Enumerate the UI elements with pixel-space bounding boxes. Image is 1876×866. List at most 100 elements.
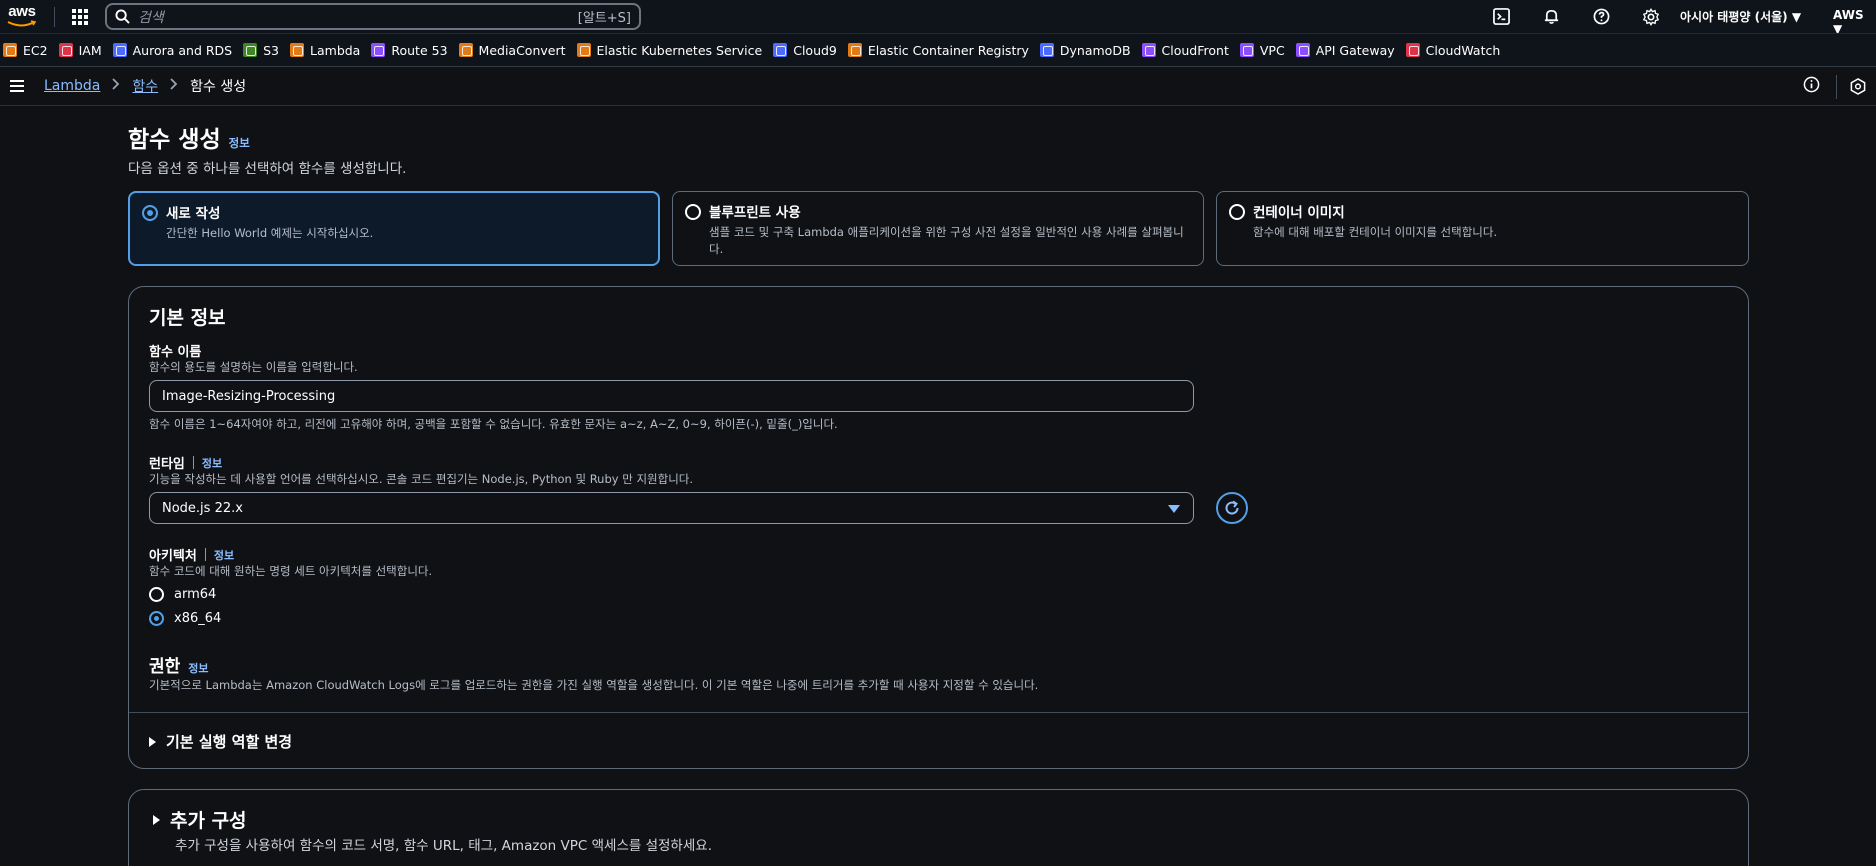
option-container-image[interactable]: 컨테이너 이미지 함수에 대해 배포할 컨테이너 이미지를 선택합니다. <box>1216 191 1749 266</box>
region-selector[interactable]: 아시아 태평양 (서울) ▼ <box>1680 8 1801 25</box>
service-icon <box>1039 43 1054 57</box>
favorite-label: Elastic Container Registry <box>867 42 1029 58</box>
additional-config-expander[interactable]: 추가 구성 <box>153 806 247 833</box>
option-use-blueprint[interactable]: 블루프린트 사용 샘플 코드 및 구축 Lambda 애플리케이션을 위한 구성… <box>672 191 1204 266</box>
function-name-value: Image-Resizing-Processing <box>162 388 336 404</box>
runtime-selected-value: Node.js 22.x <box>162 500 243 516</box>
favorite-aurora-and-rds[interactable]: Aurora and RDS <box>112 43 232 58</box>
service-icon <box>112 43 127 57</box>
breadcrumb-functions-link[interactable]: 함수 <box>132 76 158 96</box>
service-icon <box>847 43 862 57</box>
page-info-link[interactable]: 정보 <box>229 135 250 151</box>
arch-radio-x86[interactable] <box>149 611 164 626</box>
favorite-label: Cloud9 <box>793 42 837 58</box>
favorites-bar: EC2 IAM Aurora and RDS S3 Lambda Route 53 Medi… <box>0 33 1876 66</box>
search-placeholder: 검색 <box>138 9 164 26</box>
refresh-runtime-button[interactable] <box>1216 492 1248 524</box>
settings-gear-icon[interactable] <box>1626 0 1676 33</box>
favorite-api-gateway[interactable]: API Gateway <box>1295 43 1395 58</box>
caret-right-icon <box>153 814 160 825</box>
service-icon <box>1405 43 1420 57</box>
arch-option-arm64[interactable]: arm64 <box>149 587 216 602</box>
function-name-label: 함수 이름 <box>149 345 202 360</box>
aws-logo[interactable]: aws <box>4 3 40 30</box>
favorite-cloudfront[interactable]: CloudFront <box>1141 43 1229 58</box>
option-radio[interactable] <box>1229 204 1245 220</box>
runtime-description: 기능을 작성하는 데 사용할 언어를 선택하십시오. 콘솔 코드 편집기는 No… <box>149 472 694 486</box>
additional-config-title: 추가 구성 <box>170 810 247 832</box>
favorite-vpc[interactable]: VPC <box>1239 42 1285 58</box>
service-icon <box>371 43 386 57</box>
runtime-select[interactable]: Node.js 22.x <box>149 492 1194 524</box>
service-icon <box>3 43 17 57</box>
favorite-dynamodb[interactable]: DynamoDB <box>1039 43 1131 58</box>
favorite-label: MediaConvert <box>478 42 566 58</box>
function-name-constraint: 함수 이름은 1~64자여야 하고, 리전에 고유해야 하며, 공백을 포함할 … <box>149 417 838 431</box>
service-icon <box>458 43 473 57</box>
aws-smile-icon <box>7 19 37 26</box>
permissions-info-link[interactable]: 정보 <box>188 660 208 676</box>
favorite-mediaconvert[interactable]: MediaConvert <box>458 42 566 58</box>
favorite-label: EC2 <box>23 42 48 58</box>
architecture-description: 함수 코드에 대해 원하는 명령 세트 아키텍처를 선택합니다. <box>149 564 433 578</box>
favorite-elastic-container-registry[interactable]: Elastic Container Registry <box>847 42 1029 58</box>
search-shortcut: [알트+S] <box>577 11 631 26</box>
service-icon <box>243 43 258 57</box>
service-icon <box>58 43 73 57</box>
account-menu[interactable]: AWS ▼ <box>1833 8 1876 36</box>
breadcrumb-lambda-link[interactable]: Lambda <box>44 78 100 94</box>
change-execution-role-label: 기본 실행 역할 변경 <box>166 733 293 751</box>
change-execution-role-expander[interactable]: 기본 실행 역할 변경 <box>149 731 292 752</box>
arch-radio-arm64[interactable] <box>149 587 164 602</box>
option-radio[interactable] <box>142 205 158 221</box>
option-radio[interactable] <box>685 204 701 220</box>
basic-info-panel: 기본 정보 함수 이름 함수의 용도를 설명하는 이름을 입력합니다. Imag… <box>128 286 1749 769</box>
favorite-route-53[interactable]: Route 53 <box>371 43 448 58</box>
architecture-label: 아키텍처 정보 <box>149 547 235 564</box>
creation-options: 새로 작성 간단한 Hello World 예제는 시작하십시오. 블루프린트 … <box>128 191 1749 266</box>
option-author-from-scratch[interactable]: 새로 작성 간단한 Hello World 예제는 시작하십시오. <box>128 191 660 266</box>
panel-divider <box>129 712 1748 713</box>
info-panel-icon[interactable] <box>1803 76 1820 97</box>
notifications-bell-icon[interactable] <box>1526 0 1576 33</box>
search-input[interactable]: 검색 [알트+S] <box>105 3 641 30</box>
cloudshell-icon[interactable] <box>1476 0 1526 33</box>
caret-down-icon <box>1168 505 1180 513</box>
service-icon <box>1295 43 1310 57</box>
function-name-description: 함수의 용도를 설명하는 이름을 입력합니다. <box>149 360 358 374</box>
favorite-s3[interactable]: S3 <box>243 43 279 58</box>
refresh-icon <box>1225 500 1239 515</box>
chevron-right-icon <box>170 78 178 94</box>
favorite-label: Elastic Kubernetes Service <box>596 42 763 58</box>
additional-config-description: 추가 구성을 사용하여 함수의 코드 서명, 함수 URL, 태그, Amazo… <box>175 838 712 854</box>
favorite-cloud9[interactable]: Cloud9 <box>773 43 837 58</box>
top-navigation: aws 검색 [알트+S] 아시아 태평양 (서울) ▼ AWS ▼ <box>0 0 1876 36</box>
arch-option-x86[interactable]: x86_64 <box>149 611 221 626</box>
help-icon[interactable] <box>1576 0 1626 33</box>
service-icon <box>1239 43 1254 57</box>
nav-divider <box>54 6 55 27</box>
architecture-info-link[interactable]: 정보 <box>214 547 234 563</box>
favorite-elastic-kubernetes-service[interactable]: Elastic Kubernetes Service <box>576 42 763 58</box>
menu-hamburger-icon[interactable] <box>0 79 34 93</box>
option-title: 새로 작성 <box>166 206 221 222</box>
favorite-iam[interactable]: IAM <box>58 43 102 58</box>
option-description: 간단한 Hello World 예제는 시작하십시오. <box>166 226 374 240</box>
search-icon <box>115 9 130 24</box>
page-header: 함수 생성 정보 <box>128 120 250 154</box>
permissions-header: 권한 정보 <box>149 652 209 677</box>
favorite-cloudwatch[interactable]: CloudWatch <box>1405 43 1500 58</box>
preferences-hexagon-icon[interactable] <box>1850 78 1866 99</box>
favorite-label: VPC <box>1259 42 1285 58</box>
option-title: 컨테이너 이미지 <box>1253 205 1345 221</box>
favorite-label: S3 <box>263 42 280 58</box>
services-grid-icon[interactable] <box>65 2 95 32</box>
option-description: 샘플 코드 및 구축 Lambda 애플리케이션을 위한 구성 사전 설정을 일… <box>709 225 1184 256</box>
runtime-info-link[interactable]: 정보 <box>202 455 222 471</box>
toolbar-divider <box>1836 75 1837 99</box>
favorite-lambda[interactable]: Lambda <box>290 43 360 58</box>
favorite-label: Lambda <box>310 42 361 58</box>
function-name-input[interactable]: Image-Resizing-Processing <box>149 380 1194 412</box>
permissions-description: 기본적으로 Lambda는 Amazon CloudWatch Logs에 로그… <box>149 678 1039 692</box>
favorite-ec2[interactable]: EC2 <box>3 43 48 58</box>
